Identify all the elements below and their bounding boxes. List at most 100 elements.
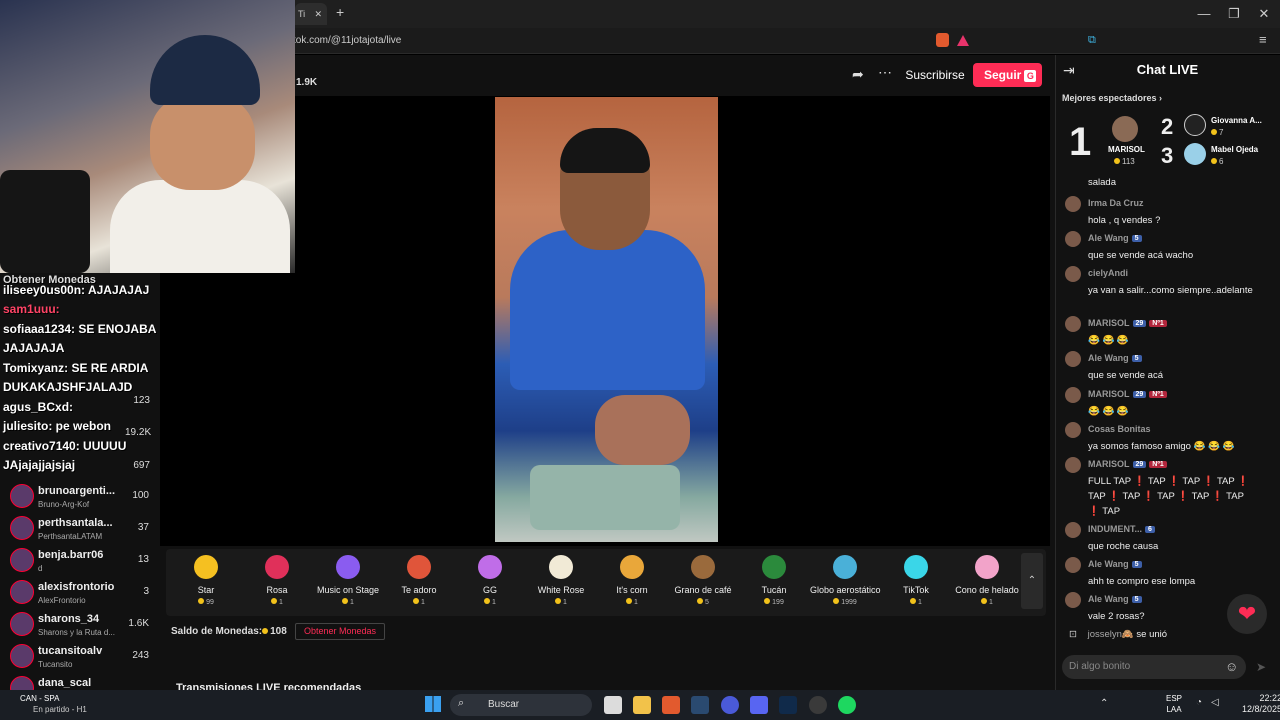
chat-username[interactable]: Ale Wang 5 [1088,233,1142,243]
avatar[interactable] [1065,351,1081,367]
avatar [10,484,34,508]
extensions-icon[interactable]: ⧉ [1088,34,1096,47]
rank-badge: Nº1 [1149,391,1167,399]
emoji-icon[interactable]: ☺ [1225,659,1238,674]
clock[interactable]: 22:22 12/8/2025 [1242,693,1280,715]
avatar[interactable] [1065,266,1081,282]
spotify-icon[interactable] [838,696,856,714]
url-field[interactable]: tok.com/@11jotajota/live [293,32,401,50]
language-indicator[interactable]: ESP LAA [1166,693,1182,715]
recommended-item[interactable]: perthsantala... PerthsantaLATAM 37 [0,512,160,544]
close-tab-icon[interactable]: ✕ [314,3,322,25]
expand-gifts-icon[interactable]: ⌃ [1021,553,1043,609]
avatar[interactable] [1065,457,1081,473]
menu-icon[interactable]: ≡ [1259,32,1267,47]
overlay-chat-line: agus_BCxd: [3,400,74,414]
avatar [10,548,34,572]
follow-key-badge: G [1024,70,1037,82]
chat-username[interactable]: MARISOL 29 Nº1 [1088,318,1167,328]
gift-item[interactable]: Star 99 [171,549,241,616]
share-icon[interactable]: ➦ [852,66,864,83]
overlay-chat-line: sofiaaa1234: SE ENOJABA [3,322,157,336]
recommended-item[interactable]: sharons_34 Sharons y la Ruta d... 1.6K [0,608,160,640]
recommended-item[interactable]: tucansitoalv Tucansito 243 [0,640,160,672]
chat-username[interactable]: Ale Wang 5 [1088,353,1142,363]
chat-username[interactable]: Ale Wang 5 [1088,559,1142,569]
chat-username[interactable]: Cosas Bonitas [1088,424,1151,434]
browser-tab[interactable]: Ti ✕ [295,3,327,25]
brave-shield-icon[interactable] [936,33,949,47]
chat-username[interactable]: cielyAndi [1088,268,1128,278]
gift-icon [265,555,289,579]
steam-icon[interactable] [691,696,709,714]
task-view-icon[interactable] [604,696,622,714]
rank-1-avatar[interactable] [1112,116,1138,142]
wifi-icon[interactable]: ◔ [1196,697,1202,708]
webcam-microphone [0,170,90,273]
rank-1-name: MARISOL [1108,145,1145,154]
rank-3-avatar[interactable] [1184,143,1206,165]
avatar[interactable] [1065,557,1081,573]
avatar[interactable] [1065,387,1081,403]
get-coins-button[interactable]: Obtener Monedas [295,623,385,640]
follow-button[interactable]: Seguir G [973,63,1042,87]
weather-widget[interactable]: CAN - SPA En partido - H1 [20,693,87,715]
obs-icon[interactable] [809,696,827,714]
gift-item[interactable]: Globo aerostático 1999 [810,549,881,616]
chat-username[interactable]: Ale Wang 5 [1088,594,1142,604]
like-heart-button[interactable]: ❤ [1227,594,1267,634]
gift-item[interactable]: Cono de helado 1 [952,549,1022,616]
recommended-count: 19.2K [125,427,152,438]
rewards-icon[interactable] [957,35,969,46]
tray-chevron-icon[interactable]: ⌃ [1100,698,1108,709]
chat-username[interactable]: INDUMENT... 6 [1088,524,1155,534]
more-options-icon[interactable]: ⋯ [878,64,892,81]
gift-item[interactable]: GG 1 [455,549,525,616]
send-icon[interactable]: ➤ [1256,660,1266,674]
recommended-item[interactable]: alexisfrontorio AlexFrontorio 3 [0,576,160,608]
vpn-icon[interactable] [721,696,739,714]
gift-item[interactable]: It's corn 1 [597,549,667,616]
gift-name: White Rose [537,585,585,595]
gift-item[interactable]: Grano de café 5 [668,549,738,616]
recommended-item[interactable]: brunoargenti... Bruno-Arg-Kof 100 [0,480,160,512]
maximize-icon[interactable]: ❐ [1219,4,1249,24]
top-viewers-link[interactable]: Mejores espectadores › [1062,93,1162,103]
brave-browser-icon[interactable] [662,696,680,714]
gift-item[interactable]: Te adoro 1 [384,549,454,616]
minimize-icon[interactable]: — [1189,4,1219,24]
gift-name: Globo aerostático [810,585,881,595]
file-explorer-icon[interactable] [633,696,651,714]
chat-username[interactable]: MARISOL 29 Nº1 [1088,389,1167,399]
volume-icon[interactable]: ◁ [1211,697,1219,708]
photoshop-icon[interactable] [779,696,797,714]
chat-input[interactable]: Di algo bonito [1062,655,1246,679]
gift-item[interactable]: TikTok 1 [881,549,951,616]
taskbar-search[interactable]: Buscar [450,694,592,716]
avatar[interactable] [1065,316,1081,332]
subscribe-button[interactable]: Suscribirse [901,63,969,87]
chat-text: que se vende acá wacho [1088,250,1194,261]
new-tab-icon[interactable]: + [336,4,344,20]
avatar[interactable] [1065,592,1081,608]
gift-item[interactable]: Tucán 199 [739,549,809,616]
join-text: se unió [1136,629,1168,640]
gift-name: Grano de café [674,585,732,595]
avatar[interactable] [1065,522,1081,538]
gift-item[interactable]: Music on Stage 1 [313,549,383,616]
discord-icon[interactable] [750,696,768,714]
coin-balance: Saldo de Monedas: 108 [171,626,287,637]
avatar[interactable] [1065,231,1081,247]
windows-start-icon[interactable] [425,696,441,712]
balance-value: 108 [270,626,287,637]
recommended-item[interactable]: benja.barr06 d 13 [0,544,160,576]
rank-2-avatar[interactable] [1184,114,1206,136]
close-window-icon[interactable]: ✕ [1249,4,1279,24]
gift-item[interactable]: White Rose 1 [526,549,596,616]
avatar[interactable] [1065,196,1081,212]
search-icon: ⌕ [458,697,465,709]
gift-item[interactable]: Rosa 1 [242,549,312,616]
avatar[interactable] [1065,422,1081,438]
chat-username[interactable]: MARISOL 29 Nº1 [1088,459,1167,469]
chat-username[interactable]: Irma Da Cruz [1088,198,1144,208]
